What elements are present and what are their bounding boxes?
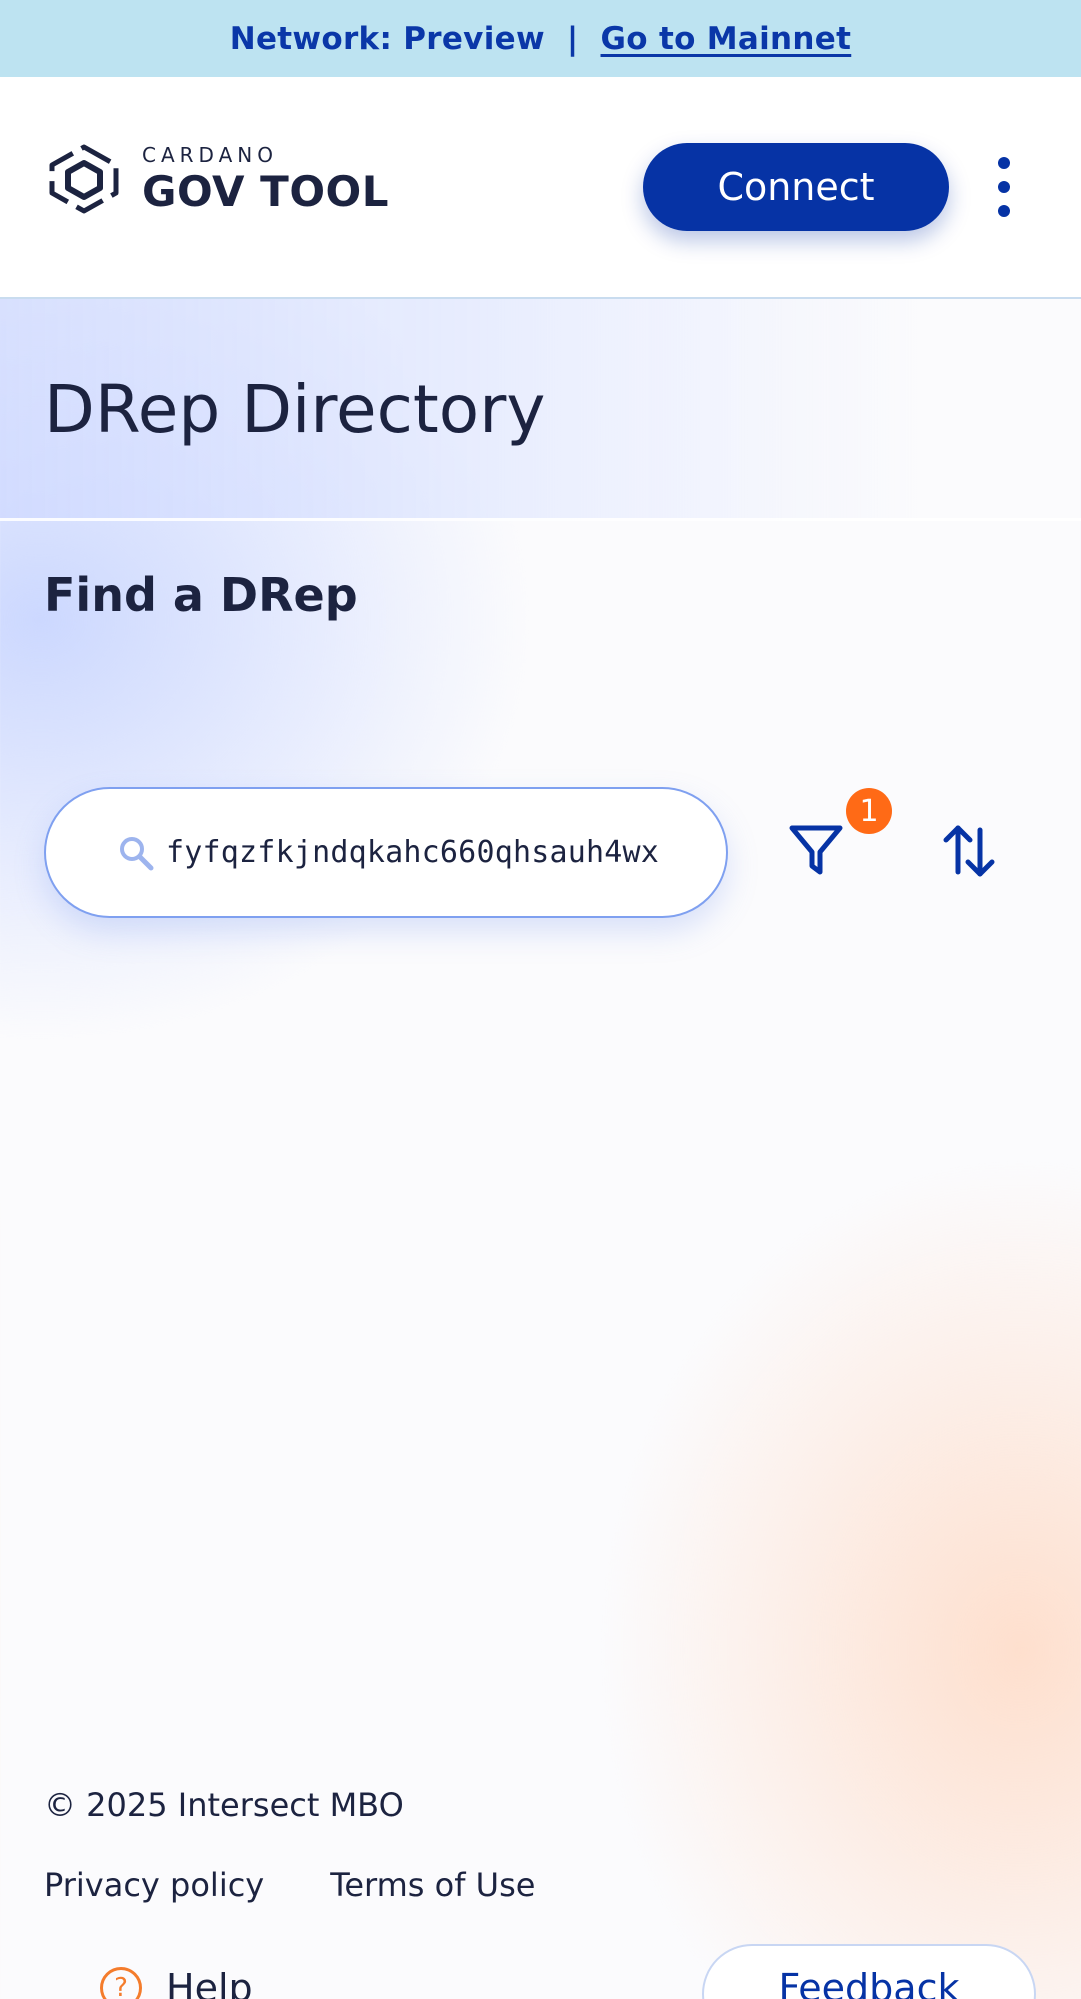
search-icon: [120, 837, 154, 871]
cardano-logo-icon: [49, 144, 119, 214]
find-drep-heading: Find a DRep: [44, 568, 358, 622]
kebab-menu-icon[interactable]: [990, 157, 1018, 217]
logo-govtool-text: GOV TOOL: [142, 167, 389, 216]
filter-count-badge: 1: [846, 788, 892, 834]
help-link[interactable]: ? Help: [100, 1966, 253, 1999]
drep-search-input[interactable]: [166, 789, 706, 916]
top-header: CARDANO GOV TOOL Connect: [0, 77, 1081, 299]
copyright-text: © 2025 Intersect MBO: [44, 1786, 404, 1824]
filter-icon[interactable]: [786, 820, 846, 880]
go-to-mainnet-link[interactable]: Go to Mainnet: [601, 21, 852, 57]
terms-of-use-link[interactable]: Terms of Use: [330, 1866, 535, 1904]
cardano-govtool-logo[interactable]: CARDANO GOV TOOL: [44, 143, 389, 215]
privacy-policy-link[interactable]: Privacy policy: [44, 1866, 264, 1904]
help-icon: ?: [100, 1967, 142, 1999]
page-title-band: DRep Directory: [0, 299, 1081, 521]
drep-search-box[interactable]: [44, 787, 728, 918]
page-title: DRep Directory: [44, 371, 546, 448]
banner-separator: |: [566, 20, 579, 57]
connect-button[interactable]: Connect: [643, 143, 949, 231]
feedback-button[interactable]: Feedback: [702, 1944, 1036, 1999]
network-label: Network: Preview: [229, 20, 545, 57]
help-label: Help: [166, 1966, 253, 1999]
logo-cardano-text: CARDANO: [142, 143, 278, 167]
footer-links: Privacy policy Terms of Use: [44, 1866, 535, 1904]
sort-icon[interactable]: [940, 822, 998, 880]
network-banner: Network: Preview | Go to Mainnet: [0, 0, 1081, 77]
